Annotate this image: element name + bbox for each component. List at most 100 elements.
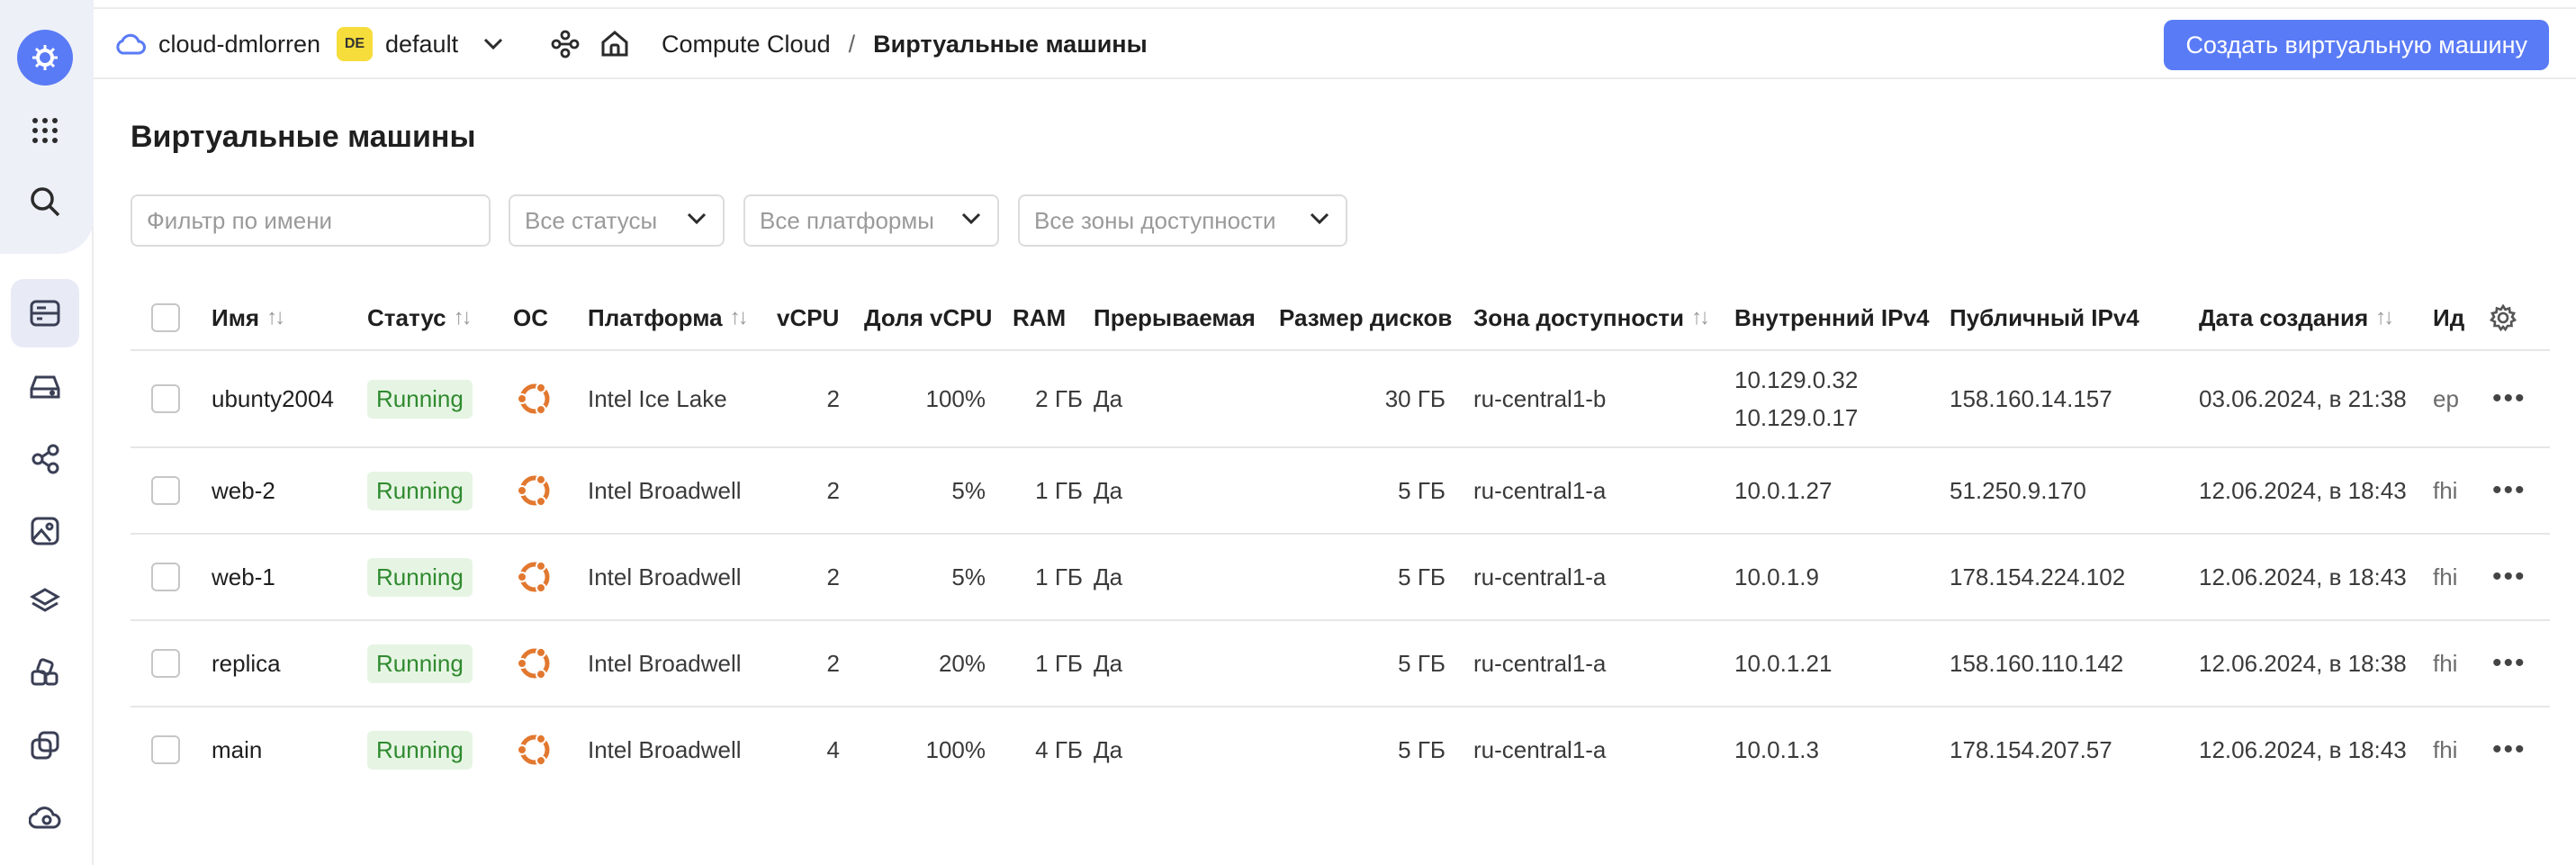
- column-header-platform[interactable]: Платформа ↑↓: [588, 286, 749, 349]
- public-ip-value: 178.154.224.102: [1950, 563, 2126, 590]
- column-header-public-ip: Публичный IPv4: [1950, 303, 2139, 331]
- compute-cloud-logo-icon: [17, 30, 73, 86]
- sidebar-item-virtual-machines[interactable]: [11, 279, 79, 347]
- row-actions-button[interactable]: •••: [2492, 351, 2526, 446]
- preemptible-value: Да: [1094, 563, 1123, 590]
- sidebar-item-placement-groups[interactable]: [11, 639, 79, 707]
- public-ip-value: 178.154.207.57: [1950, 735, 2112, 763]
- layers-icon: [30, 588, 60, 612]
- home-button[interactable]: [600, 9, 629, 79]
- row-checkbox[interactable]: [151, 563, 180, 591]
- status-badge: Running: [367, 471, 473, 510]
- vcpu-share-value: 5%: [951, 563, 986, 590]
- name-filter-input[interactable]: Фильтр по имени: [131, 194, 491, 247]
- zone-value: ru-central1-a: [1473, 735, 1607, 763]
- platform-filter-value: Все платформы: [760, 206, 934, 234]
- compute-cloud-logo-button[interactable]: [11, 23, 79, 92]
- table-settings-button[interactable]: [2490, 286, 2517, 349]
- sidebar-item-file-storages[interactable]: [11, 711, 79, 779]
- row-checkbox[interactable]: [151, 384, 180, 413]
- sort-icon[interactable]: ↑↓: [2375, 305, 2394, 330]
- folder-selector[interactable]: DE default: [337, 9, 503, 79]
- column-header-internal-ip: Внутренний IPv4: [1734, 303, 1930, 331]
- sort-icon[interactable]: ↑↓: [454, 305, 473, 330]
- id-value: fhi: [2433, 735, 2458, 763]
- page-title: Виртуальные машины: [131, 120, 476, 154]
- table-row[interactable]: web-2 Running Intel Broadwell 2 5% 1 ГБ …: [131, 448, 2550, 535]
- vm-name[interactable]: main: [212, 707, 262, 792]
- create-vm-button[interactable]: Создать виртуальную машину: [2164, 20, 2549, 70]
- vcpu-share-value: 100%: [925, 384, 986, 412]
- table-row[interactable]: main Running Intel Broadwell 4 100% 4 ГБ…: [131, 707, 2550, 794]
- sidebar-item-cloud[interactable]: [11, 783, 79, 851]
- name-filter-placeholder: Фильтр по имени: [147, 206, 333, 234]
- column-header-created[interactable]: Дата создания ↑↓: [2199, 286, 2394, 349]
- cloud-icon: [29, 806, 61, 829]
- vm-name[interactable]: ubunty2004: [212, 351, 334, 446]
- internal-ip-value: 10.0.1.3: [1734, 735, 1819, 763]
- sort-icon[interactable]: ↑↓: [1691, 305, 1710, 330]
- table-row[interactable]: ubunty2004 Running Intel Ice Lake 2 100%…: [131, 351, 2550, 448]
- sidebar-item-disks[interactable]: [11, 353, 79, 421]
- top-bar: cloud-dmlorren DE default Compute Cloud …: [94, 7, 2576, 79]
- id-value: ep: [2433, 384, 2459, 412]
- column-header-zone[interactable]: Зона доступности ↑↓: [1473, 286, 1710, 349]
- sidebar-item-instance-groups[interactable]: [11, 425, 79, 493]
- platform-value: Intel Broadwell: [588, 735, 742, 763]
- vcpu-share-value: 5%: [951, 476, 986, 504]
- created-value: 12.06.2024, в 18:43: [2199, 476, 2407, 504]
- search-icon: [31, 187, 60, 217]
- zone-value: ru-central1-a: [1473, 476, 1607, 504]
- column-header-status[interactable]: Статус ↑↓: [367, 286, 473, 349]
- zone-value: ru-central1-a: [1473, 649, 1607, 677]
- breadcrumb: Compute Cloud / Виртуальные машины: [662, 9, 1148, 79]
- breadcrumb-service-link[interactable]: Compute Cloud: [662, 31, 831, 59]
- row-actions-button[interactable]: •••: [2492, 448, 2526, 533]
- vm-name[interactable]: web-1: [212, 535, 275, 619]
- table-row[interactable]: web-1 Running Intel Broadwell 2 5% 1 ГБ …: [131, 535, 2550, 621]
- disk-size-value: 5 ГБ: [1398, 735, 1446, 763]
- search-button[interactable]: [11, 167, 79, 236]
- internal-ip-value: 10.0.1.27: [1734, 476, 1833, 504]
- internal-ip-value: 10.0.1.9: [1734, 563, 1819, 590]
- table-row[interactable]: replica Running Intel Broadwell 2 20% 1 …: [131, 621, 2550, 707]
- created-value: 12.06.2024, в 18:43: [2199, 563, 2407, 590]
- row-actions-button[interactable]: •••: [2492, 707, 2526, 792]
- zone-filter-value: Все зоны доступности: [1034, 206, 1276, 234]
- cloud-selector[interactable]: cloud-dmlorren: [115, 9, 320, 79]
- all-services-button[interactable]: [11, 96, 79, 165]
- vm-name[interactable]: web-2: [212, 448, 275, 533]
- zone-value: ru-central1-a: [1473, 563, 1607, 590]
- sidebar-item-images[interactable]: [11, 497, 79, 565]
- disk-size-value: 5 ГБ: [1398, 563, 1446, 590]
- row-checkbox[interactable]: [151, 735, 180, 764]
- sort-icon[interactable]: ↑↓: [266, 305, 285, 330]
- chevron-down-icon: [484, 38, 503, 50]
- status-badge: Running: [367, 730, 473, 770]
- zone-filter-select[interactable]: Все зоны доступности: [1018, 194, 1347, 247]
- row-actions-button[interactable]: •••: [2492, 535, 2526, 619]
- platform-value: Intel Ice Lake: [588, 384, 727, 412]
- created-value: 12.06.2024, в 18:43: [2199, 735, 2407, 763]
- sidebar-item-snapshots[interactable]: [11, 567, 79, 635]
- platform-value: Intel Broadwell: [588, 649, 742, 677]
- row-actions-button[interactable]: •••: [2492, 621, 2526, 706]
- resource-graph-button[interactable]: [551, 9, 580, 79]
- vm-name[interactable]: replica: [212, 621, 281, 706]
- status-badge: Running: [367, 644, 473, 683]
- preemptible-value: Да: [1094, 476, 1123, 504]
- ubuntu-icon: [517, 646, 550, 680]
- sort-icon[interactable]: ↑↓: [730, 305, 749, 330]
- column-header-name[interactable]: Имя ↑↓: [212, 286, 285, 349]
- row-checkbox[interactable]: [151, 649, 180, 678]
- row-checkbox[interactable]: [151, 476, 180, 505]
- status-filter-select[interactable]: Все статусы: [509, 194, 725, 247]
- platform-value: Intel Broadwell: [588, 476, 742, 504]
- ubuntu-icon: [517, 382, 550, 416]
- ram-value: 1 ГБ: [1035, 563, 1083, 590]
- select-all-checkbox[interactable]: [151, 303, 180, 332]
- ram-value: 4 ГБ: [1035, 735, 1083, 763]
- platform-filter-select[interactable]: Все платформы: [743, 194, 999, 247]
- id-value: fhi: [2433, 476, 2458, 504]
- public-ip-value: 51.250.9.170: [1950, 476, 2086, 504]
